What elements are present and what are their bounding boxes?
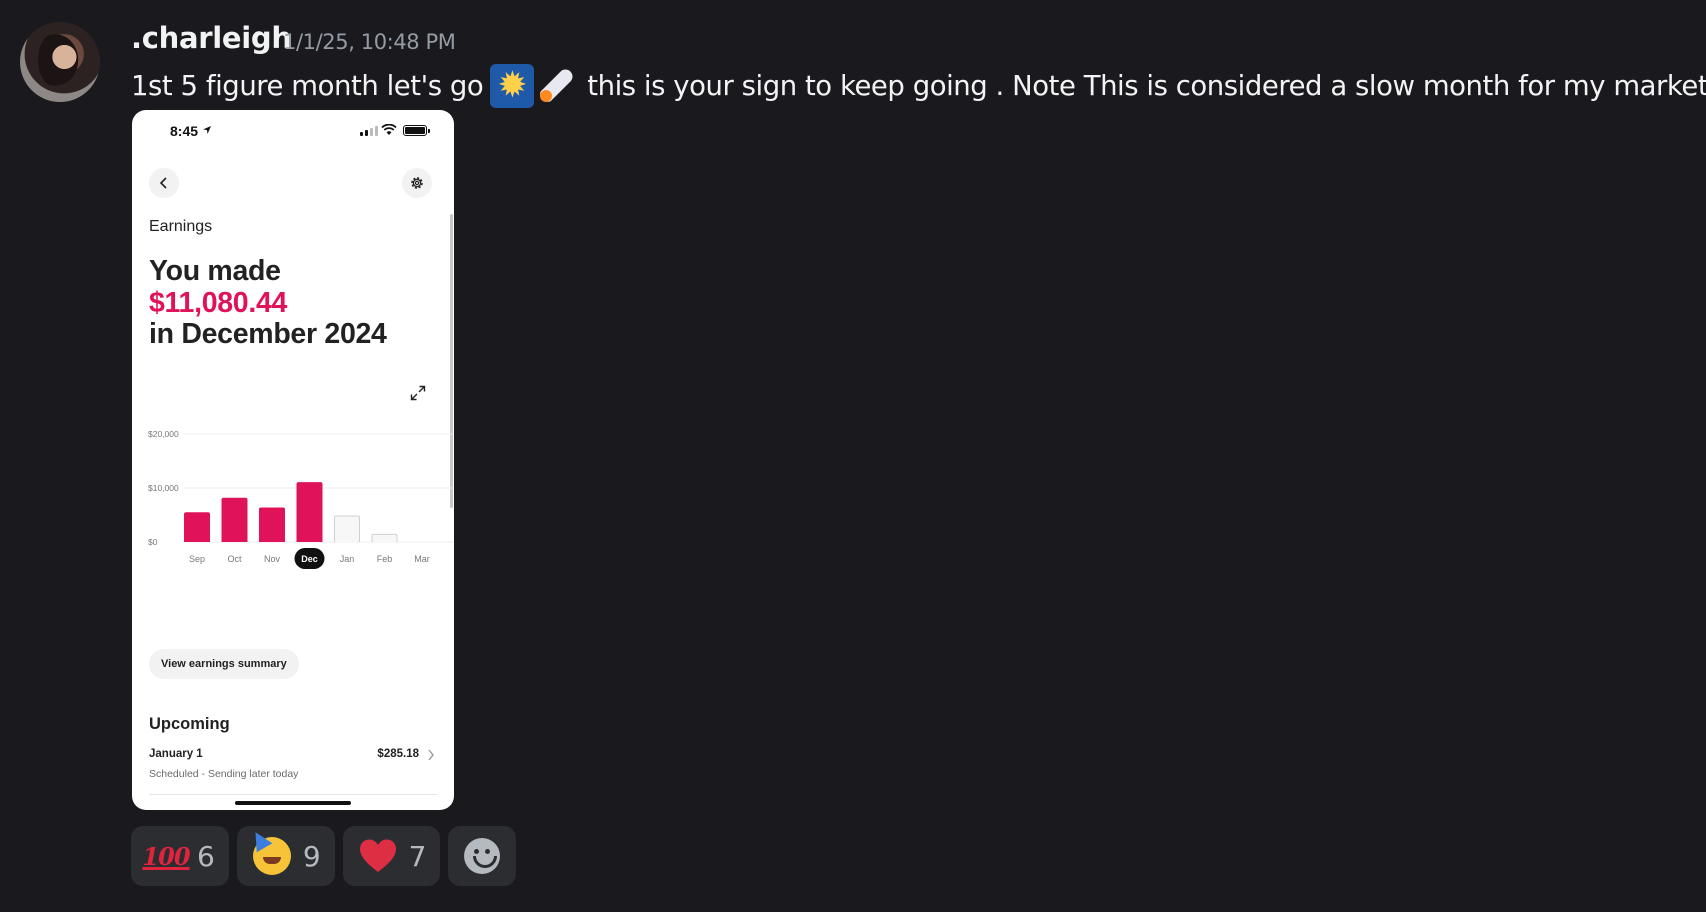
bar-nov <box>259 507 285 542</box>
image-attachment[interactable]: 8:45 Earnings You made $11,080.44 in Dec… <box>132 110 454 810</box>
add-reaction-button[interactable] <box>448 826 517 886</box>
status-time: 8:45 <box>170 123 199 139</box>
message-author[interactable]: .charleigh <box>131 21 292 55</box>
message-content: 1st 5 figure month let's go this is your… <box>131 64 1706 108</box>
x-tick-oct: Oct <box>227 554 242 564</box>
rocket-icon <box>536 64 580 108</box>
message-text-part2: this is your sign to keep going . Note T… <box>587 70 1706 102</box>
payout-row[interactable]: January 1 $285.18 Scheduled - Sending la… <box>149 748 437 792</box>
reaction-count: 9 <box>302 839 321 873</box>
bar-jan <box>334 515 360 542</box>
hundred-points-icon: 100 <box>142 841 190 871</box>
heart-icon <box>357 835 399 877</box>
message-text-part1: 1st 5 figure month let's go <box>131 70 484 102</box>
bar-feb <box>371 533 398 542</box>
chevron-right-icon <box>428 749 434 761</box>
y-tick-label: $0 <box>148 537 158 547</box>
y-tick-label: $20,000 <box>148 429 179 439</box>
home-indicator <box>235 801 351 805</box>
wifi-icon <box>381 124 397 135</box>
signal-icon <box>360 126 378 136</box>
earnings-amount: $11,080.44 <box>149 286 288 319</box>
partying-face-icon <box>251 835 293 877</box>
sparkle-icon <box>490 64 535 108</box>
message-timestamp: 1/1/25, 10:48 PM <box>283 30 456 54</box>
earnings-headline: You made $11,080.44 in December 2024 <box>149 255 387 351</box>
location-arrow-icon <box>203 126 211 134</box>
expand-icon[interactable] <box>410 385 426 401</box>
divider <box>149 794 437 795</box>
reactions-bar: 100 6 9 7 <box>131 826 517 886</box>
chevron-left-icon <box>159 177 167 189</box>
earnings-label: Earnings <box>149 218 213 235</box>
battery-icon <box>403 125 430 136</box>
earnings-chart: $20,000 $10,000 $0 Sep Oct Nov Dec Jan Feb Mar <box>132 420 454 630</box>
x-tick-dec: Dec <box>301 554 318 564</box>
x-tick-nov: Nov <box>264 554 281 564</box>
y-tick-label: $10,000 <box>148 483 179 493</box>
settings-button[interactable] <box>402 168 432 198</box>
reaction-hundred[interactable]: 100 6 <box>131 826 229 886</box>
gear-icon <box>411 177 423 189</box>
payout-amount: $285.18 <box>377 748 419 760</box>
avatar[interactable] <box>20 22 100 102</box>
headline-line3: in December 2024 <box>149 318 387 350</box>
view-earnings-summary-button[interactable]: View earnings summary <box>149 649 299 679</box>
x-tick-feb: Feb <box>377 554 393 564</box>
bar-dec <box>296 482 323 542</box>
phone-status-bar: 8:45 <box>132 110 454 152</box>
payout-status: Scheduled - Sending later today <box>149 768 299 780</box>
x-tick-mar: Mar <box>414 554 430 564</box>
bar-oct <box>221 497 248 542</box>
reaction-party[interactable]: 9 <box>236 826 335 886</box>
back-button[interactable] <box>149 168 179 198</box>
smiley-icon <box>464 838 501 874</box>
headline-line1: You made <box>149 255 281 287</box>
payout-date: January 1 <box>149 748 203 760</box>
earnings-bar-chart: $20,000 $10,000 $0 Sep Oct Nov Dec Jan Feb Mar <box>148 429 454 569</box>
reaction-count: 6 <box>197 839 215 873</box>
bar-sep <box>184 512 210 542</box>
x-tick-sep: Sep <box>189 554 205 564</box>
reaction-count: 7 <box>408 839 427 873</box>
x-tick-jan: Jan <box>340 554 355 564</box>
reaction-heart[interactable]: 7 <box>342 826 441 886</box>
upcoming-title: Upcoming <box>149 715 230 733</box>
